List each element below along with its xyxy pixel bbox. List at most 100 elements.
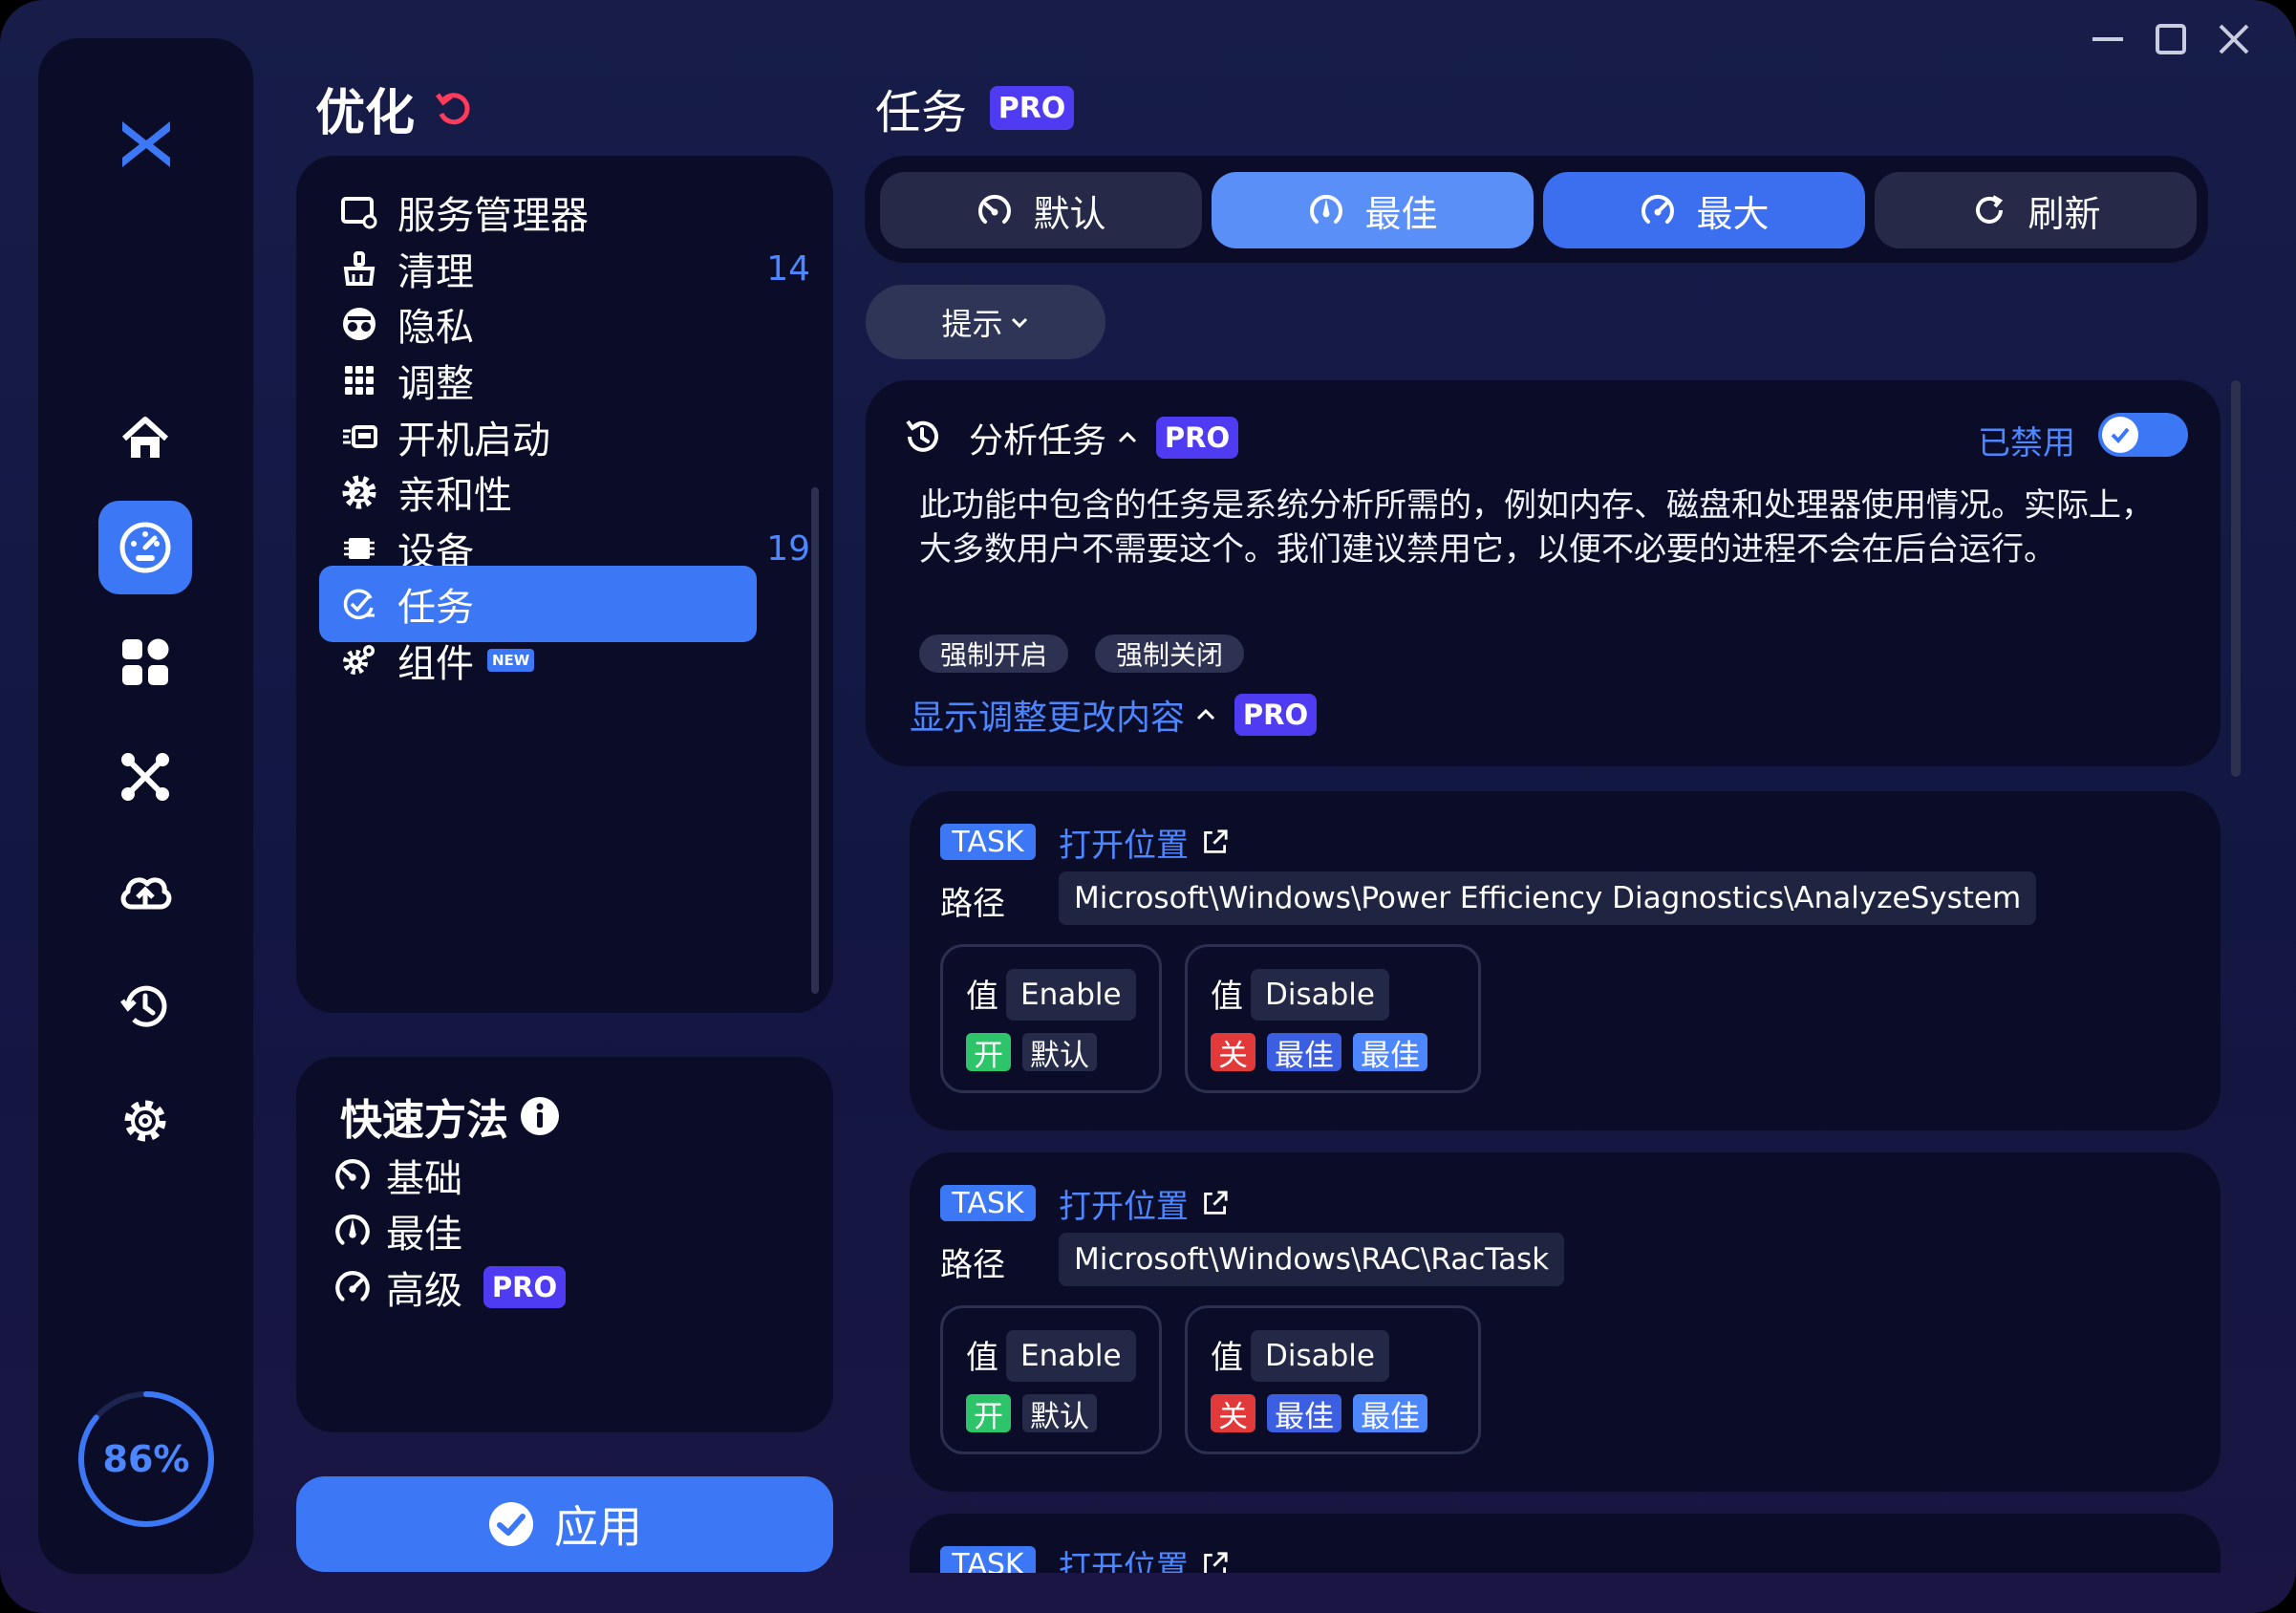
service-manager-icon (341, 197, 377, 229)
mode-label: 默认 (1033, 192, 1106, 235)
rail-network[interactable] (98, 730, 192, 824)
chip-label: 强制关闭 (1116, 639, 1224, 671)
info-icon[interactable] (520, 1096, 560, 1136)
analysis-header[interactable]: 分析任务 PRO (969, 409, 1239, 466)
nav-scrollbar[interactable] (811, 487, 819, 994)
task-tag: TASK (940, 1546, 1036, 1573)
value-label: 值 (966, 1339, 998, 1377)
state-off-badge: 关 (1211, 1033, 1255, 1073)
chip-label: 强制开启 (940, 639, 1048, 671)
chevron-down-icon (1011, 317, 1027, 329)
enable-value: Enable (1006, 1330, 1136, 1382)
history-icon (906, 419, 938, 452)
external-link-icon (1204, 829, 1228, 853)
mode-button-0[interactable]: 默认 (880, 172, 1202, 248)
rail-home[interactable] (98, 392, 192, 485)
home-icon (121, 417, 169, 458)
network-icon (121, 753, 169, 801)
hint-label: 提示 (941, 306, 1003, 342)
speed-low-icon (335, 1159, 370, 1190)
chip-icon (344, 538, 375, 559)
close-icon[interactable] (2205, 17, 2263, 61)
mode-button-1[interactable]: 最佳 (1212, 172, 1534, 248)
show-changes-label: 显示调整更改内容 (910, 699, 1186, 738)
path-label: 路径 (940, 1246, 1005, 1284)
rail-history[interactable] (98, 959, 192, 1053)
history-icon (120, 985, 167, 1027)
enable-value: Enable (1006, 969, 1136, 1021)
rail-optimize[interactable] (98, 501, 192, 594)
speed-mid-icon (1310, 194, 1343, 224)
system-score: 86% (102, 1438, 190, 1480)
chevron-up-icon (1118, 431, 1137, 443)
value-label: 值 (1211, 978, 1243, 1016)
mode-icon-wrap (1307, 191, 1345, 229)
disable-value-box[interactable]: 值 Disable 关 最佳 最佳 (1185, 1305, 1481, 1454)
svg-text:2: 2 (354, 484, 366, 504)
tasks-heading: 任务 PRO (875, 76, 1075, 140)
content-scrollbar[interactable] (2231, 380, 2241, 777)
quick-item-label: 高级 (386, 1269, 462, 1313)
disable-row: 关 最佳 最佳 (1211, 1033, 1439, 1073)
enable-row: 开 默认 (966, 1394, 1108, 1434)
external-link-icon (1204, 1191, 1228, 1215)
grid-dots-icon (345, 366, 374, 395)
show-changes-link[interactable]: 显示调整更改内容 PRO (910, 686, 1318, 743)
nav-item-count: 14 (766, 248, 810, 289)
open-location-link[interactable]: 打开位置 (1059, 1181, 1231, 1226)
speed-high-icon (335, 1271, 370, 1301)
apply-button[interactable]: 应用 (296, 1476, 833, 1572)
icon-rail: 86% (38, 38, 253, 1574)
rail-apps[interactable] (98, 615, 192, 709)
status-label: 已禁用 (1978, 424, 2075, 462)
minimize-icon[interactable] (2079, 17, 2136, 61)
nav-item-8[interactable]: 组件 NEW (319, 622, 757, 699)
open-location-link[interactable]: 打开位置 (1059, 820, 1231, 865)
mode-label: 最佳 (1364, 192, 1438, 235)
optimize-heading: 优化 (315, 75, 474, 142)
quick-methods-title: 快速方法 (340, 1096, 508, 1145)
mode-button-2[interactable]: 最大 (1543, 172, 1865, 248)
disable-value-box[interactable]: 值 Disable 关 最佳 最佳 (1185, 944, 1481, 1093)
nav-item-count: 19 (766, 528, 810, 569)
mode-button-3[interactable]: 刷新 (1875, 172, 2197, 248)
quick-methods-panel: 快速方法 基础 最佳 高级 PRO (296, 1057, 833, 1432)
quick-item-2[interactable]: 高级 PRO (333, 1253, 566, 1322)
nav-icon-wrap (331, 622, 388, 699)
speed-high-icon (1642, 194, 1675, 224)
hint-dropdown[interactable]: 提示 (866, 285, 1105, 359)
apply-label: 应用 (554, 1501, 642, 1553)
gauge-icon (119, 522, 171, 573)
enable-value-box[interactable]: 值 Enable 开 默认 (940, 944, 1162, 1093)
pro-badge: PRO (483, 1266, 566, 1308)
refresh-icon (1976, 195, 2004, 224)
broom-icon (343, 251, 376, 286)
state-off-badge: 关 (1211, 1394, 1255, 1434)
rail-settings[interactable] (98, 1074, 192, 1168)
tasks-title: 任务 (875, 86, 968, 140)
task-path: Microsoft\Windows\Power Efficiency Diagn… (1059, 871, 2037, 925)
undo-icon[interactable] (432, 87, 474, 129)
quick-methods-heading: 快速方法 (340, 1086, 560, 1147)
value-label: 值 (1211, 1339, 1243, 1377)
chevron-up-icon (1196, 708, 1215, 720)
app-logo-icon[interactable] (113, 110, 180, 177)
task-check-icon (343, 589, 375, 620)
enable-toggle[interactable] (2098, 413, 2188, 457)
enable-value-box[interactable]: 值 Enable 开 默认 (940, 1305, 1162, 1454)
mode-badge: 最佳 (1353, 1033, 1427, 1073)
toggle-knob (2102, 417, 2138, 453)
force-chip-1[interactable]: 强制关闭 (1095, 634, 1245, 673)
pro-badge: PRO (990, 86, 1075, 130)
state-on-badge: 开 (966, 1394, 1011, 1434)
check-circle-icon (489, 1502, 533, 1546)
open-location-link[interactable]: 打开位置 (1059, 1542, 1231, 1573)
new-badge: NEW (487, 649, 535, 672)
mode-label: 刷新 (2028, 192, 2101, 235)
maximize-icon[interactable] (2142, 17, 2199, 61)
mode-badge: 最佳 (1267, 1033, 1341, 1073)
rail-cloud[interactable] (98, 845, 192, 938)
mode-badge: 默认 (1022, 1033, 1097, 1073)
speed-mid-icon (335, 1215, 370, 1245)
force-chip-0[interactable]: 强制开启 (919, 634, 1069, 673)
